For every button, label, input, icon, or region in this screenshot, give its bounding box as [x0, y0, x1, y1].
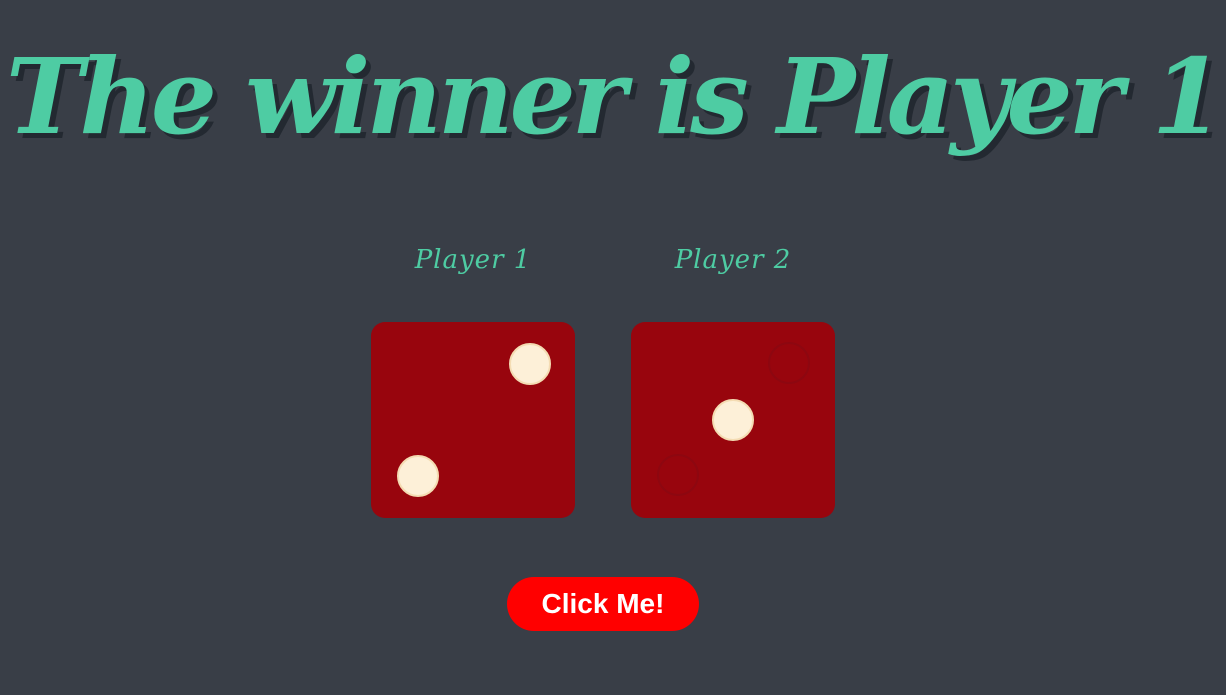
pip-bottom-left — [397, 455, 439, 497]
player-1-panel: Player 1 — [371, 240, 575, 518]
player-1-die — [371, 322, 575, 518]
player-2-die — [631, 322, 835, 518]
player-1-label: Player 1 — [414, 245, 532, 275]
pip-ghost-top-right — [768, 342, 810, 384]
winner-title: The winner is Player 1 — [5, 35, 1224, 158]
pip-center — [712, 399, 754, 441]
player-2-panel: Player 2 — [631, 240, 835, 518]
player-2-label: Player 2 — [674, 245, 792, 275]
pip-ghost-bottom-left — [657, 454, 699, 496]
pip-top-right — [509, 343, 551, 385]
click-me-button[interactable]: Click Me! — [507, 577, 699, 631]
